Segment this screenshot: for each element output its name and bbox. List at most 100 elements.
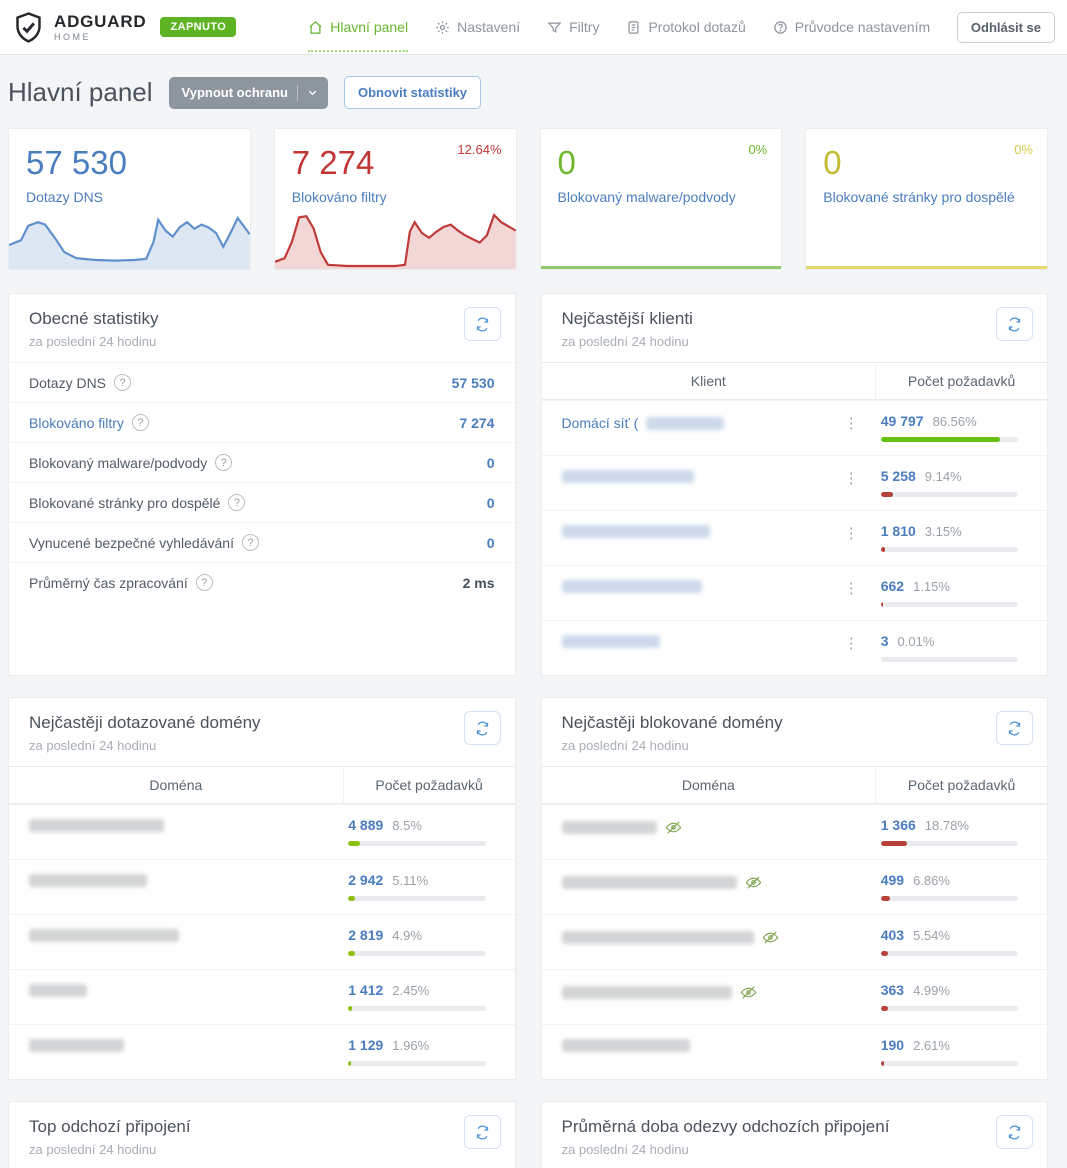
domain-row: 1 366 18.78%	[542, 804, 1048, 859]
domain-row: 4 889 8.5%	[9, 804, 515, 859]
refresh-button[interactable]	[464, 1115, 501, 1149]
stat-label: Blokovaný malware/podvody	[29, 455, 207, 471]
request-count[interactable]: 1 810	[881, 523, 916, 539]
help-icon[interactable]: ?	[215, 454, 232, 471]
request-count[interactable]: 1 412	[348, 982, 383, 998]
request-count[interactable]: 2 942	[348, 872, 383, 888]
request-count[interactable]: 1 366	[881, 817, 916, 833]
page-title: Hlavní panel	[8, 77, 153, 108]
nav-settings[interactable]: Nastavení	[435, 0, 520, 55]
stat-label: Průměrný čas zpracování	[29, 575, 188, 591]
stat-value: 0	[487, 495, 495, 511]
eye-slash-icon[interactable]	[665, 819, 682, 836]
kebab-menu-icon[interactable]: ⋮	[834, 633, 869, 651]
main-nav: Hlavní panel Nastavení Filtry Protokol d…	[308, 0, 930, 55]
card-label[interactable]: Dotazy DNS	[26, 189, 250, 205]
nav-filters[interactable]: Filtry	[547, 0, 599, 55]
request-percent: 2.45%	[392, 983, 429, 998]
refresh-button[interactable]	[996, 1115, 1033, 1149]
request-count[interactable]: 1 129	[348, 1037, 383, 1053]
card-dns-queries: 57 530 Dotazy DNS	[8, 128, 251, 270]
progress-fill	[881, 951, 889, 956]
card-blocked-by-filters: 12.64% 7 274 Blokováno filtry	[274, 128, 517, 270]
stat-label-link[interactable]: Blokováno filtry	[29, 415, 124, 431]
shield-check-logo-icon	[12, 11, 45, 44]
help-icon[interactable]: ?	[196, 574, 213, 591]
progress-track	[881, 657, 1018, 662]
panel-general-statistics: Obecné statistiky za poslední 24 hodinu …	[8, 293, 516, 676]
sparkline-chart	[9, 209, 250, 269]
request-percent: 18.78%	[925, 818, 969, 833]
request-count[interactable]: 49 797	[881, 413, 924, 429]
request-percent: 3.15%	[925, 524, 962, 539]
refresh-icon	[1007, 1125, 1022, 1140]
client-name[interactable]: Domácí síť (	[562, 415, 639, 431]
help-icon[interactable]: ?	[114, 374, 131, 391]
stat-label: Vynucené bezpečné vyhledávání	[29, 535, 234, 551]
eye-slash-icon[interactable]	[745, 874, 762, 891]
panel-top-upstreams: Top odchozí připojení za poslední 24 hod…	[8, 1101, 516, 1168]
request-count[interactable]: 3	[881, 633, 889, 649]
request-count[interactable]: 403	[881, 927, 904, 943]
refresh-statistics-button[interactable]: Obnovit statistiky	[344, 76, 481, 109]
kebab-menu-icon[interactable]: ⋮	[834, 578, 869, 596]
request-percent: 8.5%	[392, 818, 422, 833]
refresh-button[interactable]	[464, 307, 501, 341]
stat-row: Vynucené bezpečné vyhledávání? 0	[9, 522, 515, 562]
nav-query-log[interactable]: Protokol dotazů	[626, 0, 745, 55]
request-percent: 6.86%	[913, 873, 950, 888]
card-label[interactable]: Blokováno filtry	[292, 189, 516, 205]
refresh-button[interactable]	[996, 711, 1033, 745]
card-accent-line	[541, 266, 782, 269]
redacted-client	[646, 417, 724, 430]
nav-setup-guide[interactable]: Průvodce nastavením	[773, 0, 930, 55]
redacted-client	[562, 525, 710, 538]
column-request-count: Počet požadavků	[875, 363, 1047, 399]
card-label[interactable]: Blokované stránky pro dospělé	[823, 189, 1047, 205]
column-client: Klient	[542, 363, 876, 399]
card-label[interactable]: Blokovaný malware/podvody	[558, 189, 782, 205]
help-icon[interactable]: ?	[132, 414, 149, 431]
page-head: Hlavní panel Vypnout ochranu Obnovit sta…	[8, 76, 1048, 109]
kebab-menu-icon[interactable]: ⋮	[834, 413, 869, 431]
request-count[interactable]: 363	[881, 982, 904, 998]
stat-row: Dotazy DNS? 57 530	[9, 362, 515, 402]
card-blocked-adult: 0% 0 Blokované stránky pro dospělé	[805, 128, 1048, 270]
request-count[interactable]: 190	[881, 1037, 904, 1053]
help-icon[interactable]: ?	[228, 494, 245, 511]
eye-slash-icon[interactable]	[740, 984, 757, 1001]
refresh-button[interactable]	[996, 307, 1033, 341]
domain-row: 1 1291.96%	[9, 1024, 515, 1079]
panel-subtitle: za poslední 24 hodinu	[562, 738, 1028, 753]
progress-fill	[881, 437, 1000, 442]
panel-top-blocked-domains: Nejčastěji blokované domény za poslední …	[541, 697, 1049, 1080]
client-row: ⋮ 5 2589.14%	[542, 455, 1048, 510]
refresh-icon	[1007, 721, 1022, 736]
kebab-menu-icon[interactable]: ⋮	[834, 468, 869, 486]
table-header: Klient Počet požadavků	[542, 362, 1048, 400]
request-percent: 4.9%	[392, 928, 422, 943]
nav-dashboard[interactable]: Hlavní panel	[308, 0, 408, 55]
redacted-domain	[29, 929, 179, 942]
eye-slash-icon[interactable]	[762, 929, 779, 946]
progress-track	[881, 547, 1018, 552]
request-count[interactable]: 2 819	[348, 927, 383, 943]
help-icon[interactable]: ?	[242, 534, 259, 551]
request-count[interactable]: 5 258	[881, 468, 916, 484]
column-domain: Doména	[9, 767, 343, 803]
disable-protection-button[interactable]: Vypnout ochranu	[169, 77, 328, 109]
request-count[interactable]: 662	[881, 578, 904, 594]
stat-label: Dotazy DNS	[29, 375, 106, 391]
kebab-menu-icon[interactable]: ⋮	[834, 523, 869, 541]
logout-button[interactable]: Odhlásit se	[957, 12, 1055, 43]
domain-row: 1902.61%	[542, 1024, 1048, 1079]
progress-track	[881, 437, 1018, 442]
progress-fill	[881, 896, 890, 901]
progress-fill	[348, 1061, 351, 1066]
panel-title: Obecné statistiky	[29, 309, 495, 329]
request-count[interactable]: 499	[881, 872, 904, 888]
request-count[interactable]: 4 889	[348, 817, 383, 833]
brand[interactable]: ADGUARD HOME	[12, 11, 146, 44]
panel-title: Nejčastější klienti	[562, 309, 1028, 329]
refresh-button[interactable]	[464, 711, 501, 745]
